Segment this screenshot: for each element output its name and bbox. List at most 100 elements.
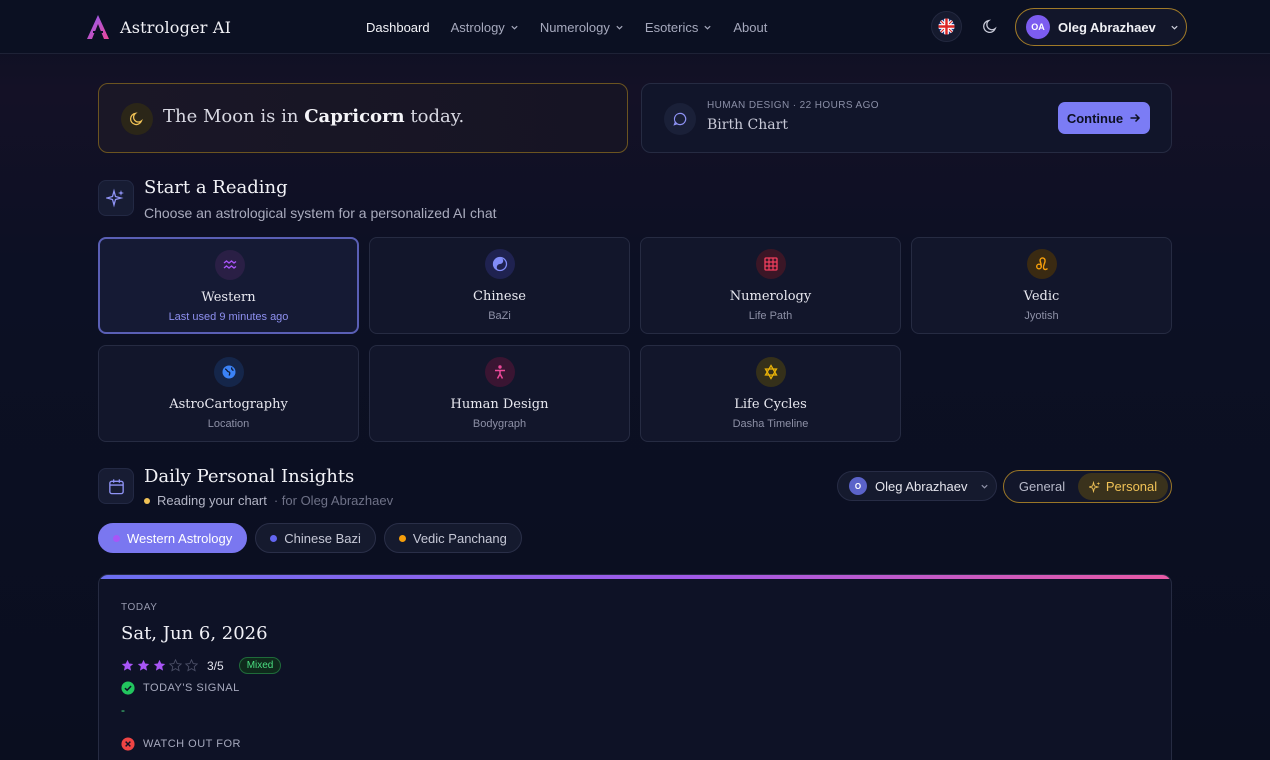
tile-subtitle: Dasha Timeline	[732, 418, 809, 430]
system-tile-vedic[interactable]: Vedic Jyotish	[911, 237, 1172, 334]
nav-dashboard[interactable]: Dashboard	[366, 20, 430, 35]
tile-title: AstroCartography	[169, 397, 288, 412]
nav-astrology[interactable]: Astrology	[451, 20, 519, 35]
watch-row: WATCH OUT FOR	[121, 737, 241, 751]
nav-about[interactable]: About	[733, 20, 767, 35]
moon-sign-text: The Moon is in Capricorn today.	[163, 106, 464, 127]
session-title: Birth Chart	[707, 117, 788, 133]
rating: 3/5 Mixed	[121, 657, 282, 674]
system-tile-astrocartography[interactable]: AstroCartography Location	[98, 345, 359, 442]
yin-yang-icon	[485, 249, 515, 279]
status-dot	[144, 497, 150, 504]
language-button[interactable]	[931, 11, 962, 42]
system-tile-chinese[interactable]: Chinese BaZi	[369, 237, 630, 334]
toggle-label: General	[1018, 479, 1066, 494]
chevron-down-icon	[1171, 25, 1178, 30]
signal-label: TODAY'S SIGNAL	[143, 682, 240, 694]
signal-value: -	[121, 703, 125, 717]
tab-label: Chinese Bazi	[284, 530, 361, 546]
tile-title: Western	[201, 290, 256, 305]
watch-label: WATCH OUT FOR	[143, 738, 241, 750]
uk-flag-icon	[938, 18, 955, 35]
sparkles-icon	[1088, 480, 1101, 493]
user-name: Oleg Abrazhaev	[1058, 19, 1156, 35]
nav-label: Numerology	[539, 19, 610, 35]
toggle-personal[interactable]: Personal	[1078, 473, 1168, 500]
mode-toggle: General Personal	[1003, 470, 1172, 503]
tab-dot	[113, 534, 120, 542]
tab-dot	[270, 534, 278, 542]
main-nav: Dashboard Astrology Numerology Esoterics…	[366, 0, 767, 54]
today-date: Sat, Jun 6, 2026	[121, 623, 268, 644]
chevron-down-icon	[704, 25, 711, 30]
reading-subtitle: Choose an astrological system for a pers…	[144, 205, 497, 221]
today-label: TODAY	[121, 602, 158, 613]
star-empty-icon	[185, 659, 198, 672]
toggle-general[interactable]: General	[1006, 473, 1078, 500]
insights-status: Reading your chart · for Oleg Abrazhaev	[144, 493, 393, 508]
app-name: Astrologer AI	[120, 17, 232, 37]
nav-esoterics[interactable]: Esoterics	[645, 20, 712, 35]
insight-tabs: Western Astrology Chinese Bazi Vedic Pan…	[98, 523, 522, 553]
moon-icon	[121, 103, 153, 135]
moon-prefix: The Moon is in	[163, 106, 299, 127]
logo-icon	[87, 15, 109, 39]
app-logo[interactable]: Astrologer AI	[84, 13, 231, 41]
tab-dot	[398, 534, 406, 542]
tab-chinese-bazi[interactable]: Chinese Bazi	[255, 523, 376, 553]
person-select[interactable]: O Oleg Abrazhaev	[837, 471, 997, 501]
insights-title: Daily Personal Insights	[144, 466, 355, 487]
aquarius-icon	[215, 250, 245, 280]
tile-subtitle: Last used 9 minutes ago	[168, 311, 289, 323]
continue-button[interactable]: Continue	[1058, 102, 1150, 134]
tab-label: Vedic Panchang	[412, 530, 507, 546]
tab-western-astrology[interactable]: Western Astrology	[98, 523, 248, 553]
nav-label: About	[733, 19, 768, 35]
person-name: Oleg Abrazhaev	[875, 478, 968, 494]
tile-title: Numerology	[729, 289, 812, 304]
avatar: O	[849, 477, 867, 495]
status-badge: Mixed	[238, 657, 282, 674]
theme-toggle-button[interactable]	[977, 13, 1003, 39]
system-tile-human-design[interactable]: Human Design Bodygraph	[369, 345, 630, 442]
grid-icon	[756, 249, 786, 279]
nav-label: Esoterics	[644, 19, 699, 35]
reading-title: Start a Reading	[144, 177, 288, 198]
toggle-label: Personal	[1105, 479, 1158, 494]
today-insight-card: TODAY Sat, Jun 6, 2026 3/5 Mixed TODAY'S…	[98, 574, 1172, 760]
tile-subtitle: BaZi	[488, 310, 511, 322]
top-navbar: Astrologer AI Dashboard Astrology Numero…	[0, 0, 1270, 54]
star-filled-icon	[137, 659, 150, 671]
accent-bar	[99, 575, 1171, 579]
star-filled-icon	[121, 659, 134, 671]
continue-label: Continue	[1066, 110, 1124, 126]
calendar-icon	[98, 468, 134, 504]
x-circle-icon	[121, 737, 135, 751]
nav-numerology[interactable]: Numerology	[540, 20, 624, 35]
session-meta: HUMAN DESIGN · 22 HOURS AGO	[707, 100, 879, 111]
tile-title: Human Design	[450, 397, 549, 412]
chevron-down-icon	[980, 484, 988, 489]
tile-subtitle: Bodygraph	[472, 418, 527, 430]
status-text: Reading your chart	[157, 493, 267, 508]
tile-subtitle: Jyotish	[1024, 310, 1059, 322]
chevron-down-icon	[616, 25, 623, 30]
arrow-right-icon	[1130, 113, 1141, 123]
user-menu-button[interactable]: OA Oleg Abrazhaev	[1015, 8, 1187, 46]
rating-text: 3/5	[207, 658, 224, 673]
status-for-text: · for Oleg Abrazhaev	[273, 493, 394, 508]
recent-session-card: HUMAN DESIGN · 22 HOURS AGO Birth Chart …	[641, 83, 1172, 153]
tile-subtitle: Location	[207, 418, 250, 430]
nav-label: Dashboard	[366, 19, 430, 35]
system-tile-numerology[interactable]: Numerology Life Path	[640, 237, 901, 334]
system-tile-western[interactable]: Western Last used 9 minutes ago	[98, 237, 359, 334]
leo-icon	[1027, 249, 1057, 279]
chat-bubble-icon	[664, 103, 696, 135]
system-tile-life-cycles[interactable]: Life Cycles Dasha Timeline	[640, 345, 901, 442]
avatar: OA	[1026, 15, 1050, 39]
tab-vedic-panchang[interactable]: Vedic Panchang	[383, 523, 522, 553]
tab-label: Western Astrology	[127, 530, 233, 546]
tile-title: Vedic	[1023, 289, 1060, 304]
chevron-down-icon	[511, 25, 518, 30]
star-filled-icon	[153, 659, 166, 671]
